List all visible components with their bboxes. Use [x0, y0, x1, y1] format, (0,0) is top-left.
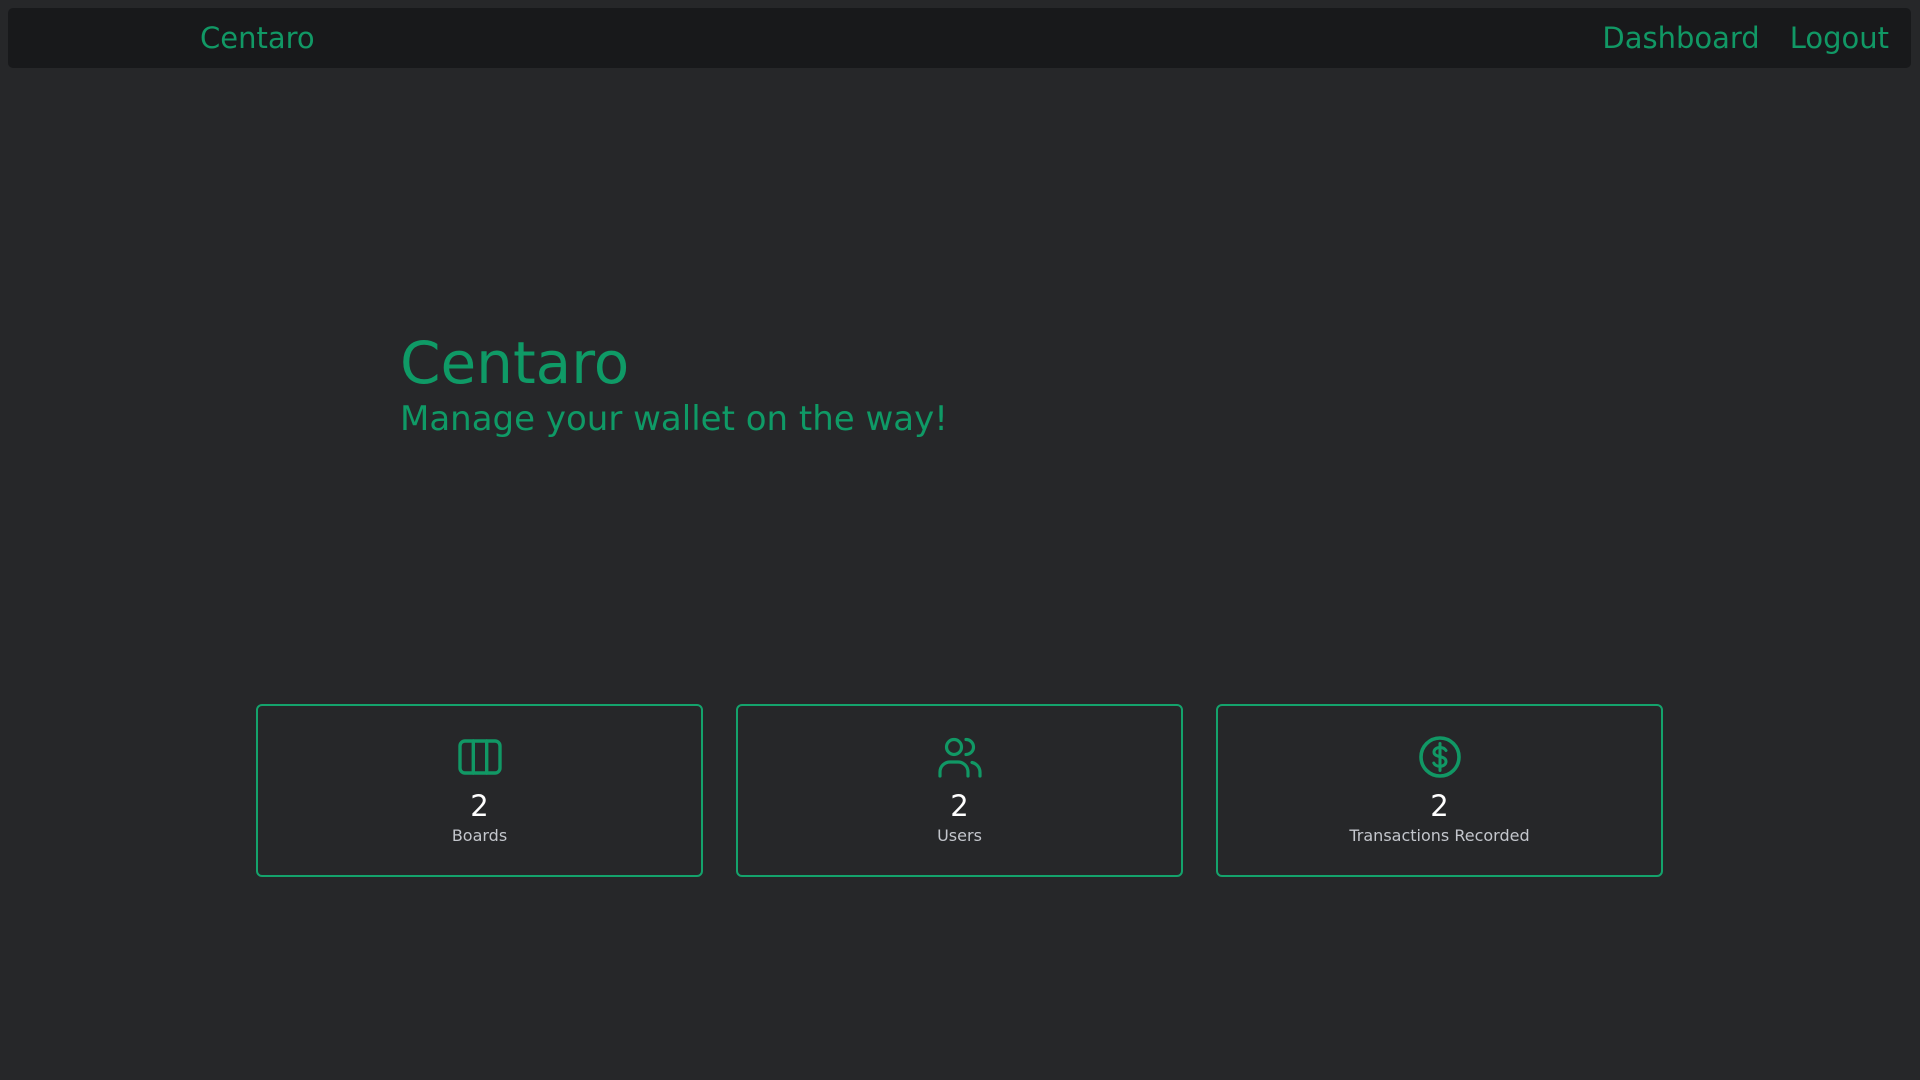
stats-row: 2 Boards 2 Users 2 Transactions Recorded: [256, 704, 1663, 877]
nav-links: Dashboard Logout: [1602, 8, 1889, 68]
stat-card-transactions: 2 Transactions Recorded: [1216, 704, 1663, 877]
navbar: Centaro Dashboard Logout: [8, 8, 1911, 68]
nav-link-dashboard[interactable]: Dashboard: [1602, 21, 1759, 55]
stat-card-users: 2 Users: [736, 704, 1183, 877]
stat-label-boards: Boards: [451, 826, 508, 845]
board-columns-icon: [457, 739, 502, 775]
users-icon: [937, 737, 982, 778]
hero-title: Centaro: [400, 329, 630, 397]
hero-subtitle: Manage your wallet on the way!: [400, 399, 948, 439]
stat-value-transactions: 2: [1430, 789, 1449, 823]
stat-value-boards: 2: [470, 789, 489, 823]
hero: Centaro Manage your wallet on the way!: [400, 328, 948, 440]
stat-label-transactions: Transactions Recorded: [1349, 826, 1530, 845]
stat-label-users: Users: [937, 826, 982, 845]
stat-value-users: 2: [950, 789, 969, 823]
dollar-coin-icon: [1418, 736, 1461, 778]
stat-card-boards: 2 Boards: [256, 704, 703, 877]
navbar-brand[interactable]: Centaro: [200, 8, 315, 68]
nav-link-logout[interactable]: Logout: [1790, 21, 1889, 55]
